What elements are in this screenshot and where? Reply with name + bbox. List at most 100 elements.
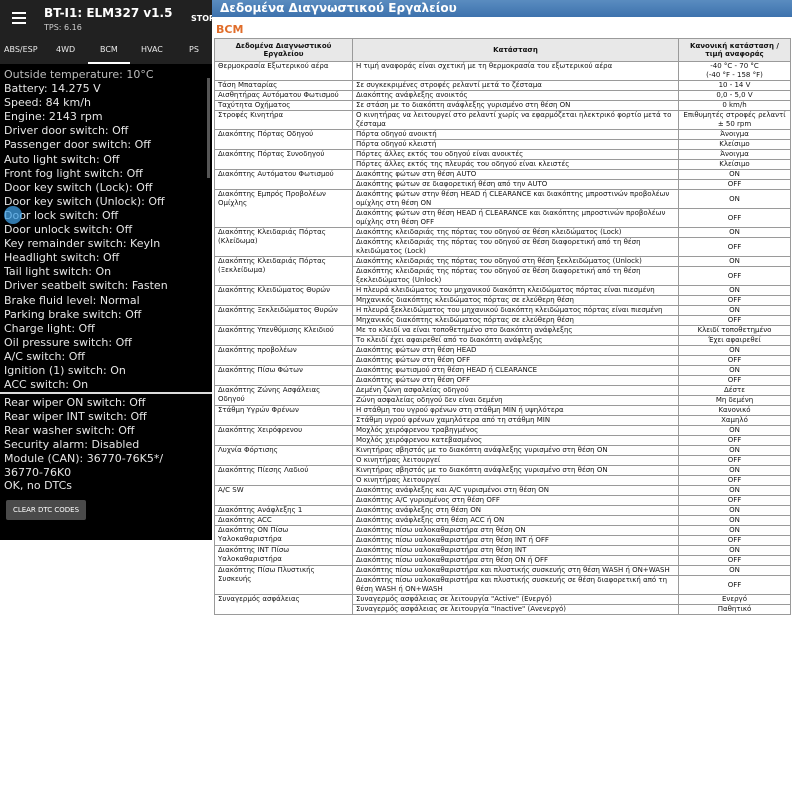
reference-value-cell: OFF	[678, 179, 791, 190]
condition-cell: Διακόπτης φώτων στη θέση OFF	[352, 375, 679, 386]
reference-value-cell: Ενεργό	[678, 594, 791, 605]
condition-cell: Διακόπτης πίσω υαλοκαθαριστήρα στη θέση …	[352, 555, 679, 566]
reference-value-cell: Άνοιγμα	[678, 129, 791, 140]
tab-abs-esp[interactable]: ABS/ESP	[4, 45, 38, 54]
parameter-name-cell: Διακόπτης Εμπρός Προβολέων Ομίχλης	[214, 189, 353, 228]
clear-dtc-button[interactable]: CLEAR DTC CODES	[6, 500, 86, 520]
condition-cell: Διακόπτης πίσω υαλοκαθαριστήρα στη θέση …	[352, 525, 679, 536]
tab-bcm[interactable]: BCM	[100, 45, 118, 54]
condition-cell: Η τιμή αναφοράς είναι σχετική με τη θερμ…	[352, 61, 679, 81]
dtc-info-item: Rear wiper ON switch: Off	[4, 396, 146, 409]
reference-value-cell: ON	[678, 565, 791, 576]
reference-value-cell: ON	[678, 505, 791, 516]
parameter-name-cell: Διακόπτης Ξεκλειδώματος Θυρών	[214, 305, 353, 326]
parameter-name-cell: Διακόπτης Πίσω Φώτων	[214, 365, 353, 386]
table-row: Διακόπτης Αυτόματου Φωτισμού Διακόπτης φώ…	[214, 169, 791, 190]
active-tab-indicator	[88, 62, 130, 64]
table-row: Διακόπτης INT Πίσω Υαλοκαθαριστήρα Διακόπ…	[214, 545, 791, 566]
parameter-name-cell: Διακόπτης INT Πίσω Υαλοκαθαριστήρα	[214, 545, 353, 566]
table-row: Διακόπτης Κλειδαριάς Πόρτας (Ξεκλείδωμα)…	[214, 256, 791, 286]
live-data-item: Door key switch (Lock): Off	[4, 180, 153, 194]
live-data-item: Headlight switch: Off	[4, 251, 120, 265]
condition-cell: Διακόπτης φώτων στη θέση OFF	[352, 355, 679, 366]
table-row: Διακόπτης προβολέων Διακόπτης φώτων στη θ…	[214, 345, 791, 366]
dtc-info-item: OK, no DTCs	[4, 479, 73, 493]
reference-value-cell: Κλείσιμο	[678, 139, 791, 150]
live-data-list[interactable]: Outside temperature: 10°C Battery: 14.275…	[4, 68, 210, 390]
reference-value-cell: Παθητικό	[678, 604, 791, 615]
condition-cell: Διακόπτης φώτων σε διαφορετική θέση από …	[352, 179, 679, 190]
table-header-row: Δεδομένα Διαγνωστικού Εργαλείου Κατάστασ…	[214, 38, 791, 62]
reference-value-cell: Κανονικό	[678, 405, 791, 416]
parameter-name-cell: Διακόπτης Πίσω Πλυστικής Συσκευής	[214, 565, 353, 595]
reference-value-cell: Άνοιγμα	[678, 149, 791, 160]
reference-value-cell: Επιθυμητές στροφές ρελαντί ± 50 rpm	[678, 110, 791, 130]
reference-value-cell: ON	[678, 256, 791, 267]
live-data-item: ACC switch: On	[4, 378, 89, 390]
table-row: Διακόπτης Κλειδώματος Θυρών Η πλευρά κλει…	[214, 285, 791, 306]
condition-cell: Διακόπτης ανάφλεξης στη θέση ON	[352, 505, 679, 516]
reference-value-cell: Δέστε	[678, 385, 791, 396]
stop-button[interactable]: STOP	[191, 14, 212, 23]
reference-value-cell: ON	[678, 425, 791, 436]
condition-cell: Πόρτα οδηγού κλειστή	[352, 139, 679, 150]
condition-cell: Διακόπτης φώτων στη θέση HEAD ή CLEARANC…	[352, 208, 679, 228]
live-data-item: Charge light: Off	[4, 321, 95, 335]
condition-cell: Διακόπτης A/C γυρισμένος στη θέση OFF	[352, 495, 679, 506]
reference-value-cell: ON	[678, 485, 791, 496]
parameter-name-cell: Αισθητήρας Αυτόματου Φωτισμού	[214, 90, 353, 101]
app-toolbar: BT-I1: ELM327 v1.5 TPS: 6.16 STOP	[0, 0, 212, 40]
table-row: Διακόπτης Ζώνης Ασφάλειας Οδηγού Δεμένη ζ…	[214, 385, 791, 406]
condition-cell: Διακόπτης ανάφλεξης και A/C γυρισμένοι σ…	[352, 485, 679, 496]
table-row: Διακόπτης Χειρόφρενου Μοχλός χειρόφρενου …	[214, 425, 791, 446]
reference-value-cell: ON	[678, 515, 791, 526]
condition-cell: Διακόπτης πίσω υαλοκαθαριστήρα στη θέση …	[352, 535, 679, 546]
reference-value-cell: 0 km/h	[678, 100, 791, 111]
condition-cell: Διακόπτης φώτων στην θέση HEAD ή CLEARAN…	[352, 189, 679, 209]
manual-header-bar: Δεδομένα Διαγνωστικού Εργαλείου	[212, 0, 792, 17]
table-row: Στάθμη Υγρών Φρένων Η στάθμη του υγρού φρ…	[214, 405, 791, 426]
manual-title: Δεδομένα Διαγνωστικού Εργαλείου	[220, 1, 457, 15]
reference-value-cell: OFF	[678, 237, 791, 257]
condition-cell: Διακόπτης κλειδαριάς της πόρτας του οδηγ…	[352, 227, 679, 238]
tab-ps[interactable]: PS	[189, 45, 199, 54]
hamburger-menu-icon[interactable]	[12, 12, 26, 24]
live-data-item: Outside temperature: 10°C	[4, 68, 154, 81]
condition-cell: Πόρτα οδηγού ανοικτή	[352, 129, 679, 140]
condition-cell: Διακόπτης φωτισμού στη θέση HEAD ή CLEAR…	[352, 365, 679, 376]
condition-cell: Πόρτες άλλες εκτός της πλευράς του οδηγο…	[352, 159, 679, 170]
condition-cell: Στάθμη υγρού φρένων χαμηλότερα από τη στ…	[352, 415, 679, 426]
condition-cell: Διακόπτης φώτων στη θέση AUTO	[352, 169, 679, 180]
live-data-item: Door unlock switch: Off	[4, 223, 133, 237]
reference-value-cell: OFF	[678, 495, 791, 506]
condition-cell: Πόρτες άλλες εκτός του οδηγού είναι ανοι…	[352, 149, 679, 160]
condition-cell: Με το κλειδί να είναι τοποθετημένο στο δ…	[352, 325, 679, 336]
reference-value-cell: OFF	[678, 355, 791, 366]
table-row: Διακόπτης Πίσω Πλυστικής Συσκευής Διακόπτ…	[214, 565, 791, 595]
condition-cell: Διακόπτης κλειδαριάς της πόρτας του οδηγ…	[352, 266, 679, 286]
reference-value-cell: OFF	[678, 266, 791, 286]
scrollbar-thumb[interactable]	[207, 78, 210, 178]
parameter-name-cell: Στάθμη Υγρών Φρένων	[214, 405, 353, 426]
obd-app-screen: BT-I1: ELM327 v1.5 TPS: 6.16 STOP ABS/ES…	[0, 0, 212, 540]
condition-cell: Ο κινητήρας λειτουργεί	[352, 455, 679, 466]
reference-value-cell: ON	[678, 189, 791, 209]
condition-cell: Διακόπτης ανάφλεξης στη θέση ACC ή ON	[352, 515, 679, 526]
table-row: Λυχνία Φόρτισης Κινητήρας σβηστός με το δ…	[214, 445, 791, 466]
live-data-item: Oil pressure switch: Off	[4, 335, 132, 349]
dtc-panel: Rear wiper ON switch: Off Rear wiper INT …	[4, 396, 210, 493]
table-row: Διακόπτης Εμπρός Προβολέων Ομίχλης Διακόπ…	[214, 189, 791, 228]
reference-value-cell: Χαμηλό	[678, 415, 791, 426]
reference-value-cell: -40 °C - 70 °C (-40 °F - 158 °F)	[678, 61, 791, 81]
reference-value-cell: ON	[678, 169, 791, 180]
parameter-name-cell: Διακόπτης Πόρτας Οδηγού	[214, 129, 353, 150]
tab-hvac[interactable]: HVAC	[141, 45, 163, 54]
condition-cell: Διακόπτης κλειδαριάς της πόρτας του οδηγ…	[352, 237, 679, 257]
table-row: Διακόπτης Πίσω Φώτων Διακόπτης φωτισμού σ…	[214, 365, 791, 386]
condition-cell: Διακόπτης πίσω υαλοκαθαριστήρα και πλυστ…	[352, 575, 679, 595]
tab-4wd[interactable]: 4WD	[56, 45, 75, 54]
condition-cell: Δεμένη ζώνη ασφαλείας οδηγού	[352, 385, 679, 396]
reference-value-cell: 0,0 - 5,0 V	[678, 90, 791, 101]
touch-indicator	[4, 206, 22, 224]
live-data-item: Driver door switch: Off	[4, 124, 129, 138]
